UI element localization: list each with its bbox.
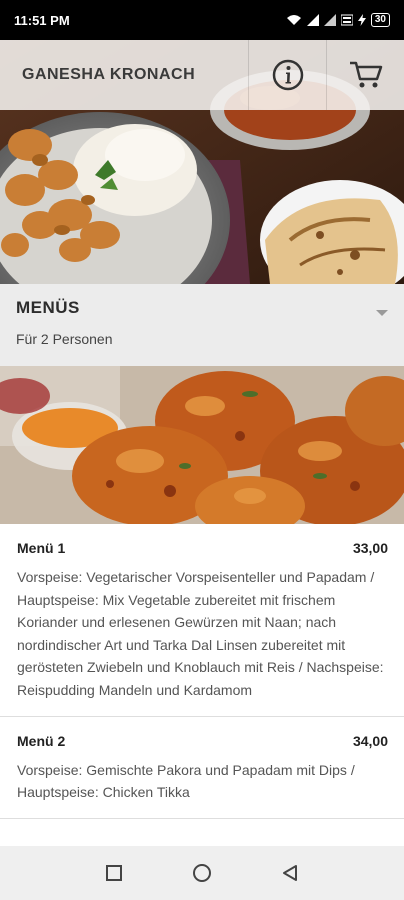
restaurant-name: GANESHA KRONACH [22,66,196,83]
circle-icon[interactable] [192,863,212,883]
menu-item-price: 33,00 [352,540,388,556]
battery-icon: 30 [370,13,390,27]
system-nav-bar [0,846,404,900]
square-icon[interactable] [105,864,123,882]
data-speed-icon [340,14,353,26]
menu-item[interactable]: Menü 1 33,00 Vorspeise: Vegetarischer Vo… [0,524,404,717]
cart-icon [349,61,382,88]
menu-item-name: Menü 1 [17,540,66,556]
triangle-back-icon[interactable] [281,864,299,882]
cart-button[interactable] [326,40,404,110]
signal-icon-2 [323,14,336,26]
info-button[interactable] [248,40,326,110]
info-icon [272,59,303,91]
menu-item-name: Menü 2 [17,732,66,749]
menu-item[interactable]: Menü 2 34,00 Vorspeise: Gemischte Pakora… [0,717,404,819]
chevron-down-icon[interactable] [376,310,388,316]
charging-icon [357,14,366,26]
category-title: MENÜS [16,298,80,317]
category-header[interactable]: MENÜS Für 2 Personen [0,284,404,366]
category-image [0,366,404,524]
hero-image: GANESHA KRONACH [0,40,404,284]
pakora-photo [0,366,404,524]
status-bar: 11:51 PM 30 [0,0,404,40]
category-subtitle: Für 2 Personen [16,331,113,347]
status-icons: 30 [286,13,390,27]
signal-icon [306,14,319,26]
status-time: 11:51 PM [14,12,70,28]
wifi-icon [286,15,301,25]
menu-item-price: 34,00 [352,732,388,749]
menu-item-description: Vorspeise: Gemischte Pakora und Papadam … [17,761,355,801]
app-screen: GANESHA KRONACH MENÜS Für 2 Personen Men… [0,40,404,846]
menu-item-description: Vorspeise: Vegetarischer Vorspeisentelle… [17,569,384,698]
app-header: GANESHA KRONACH [0,40,404,110]
